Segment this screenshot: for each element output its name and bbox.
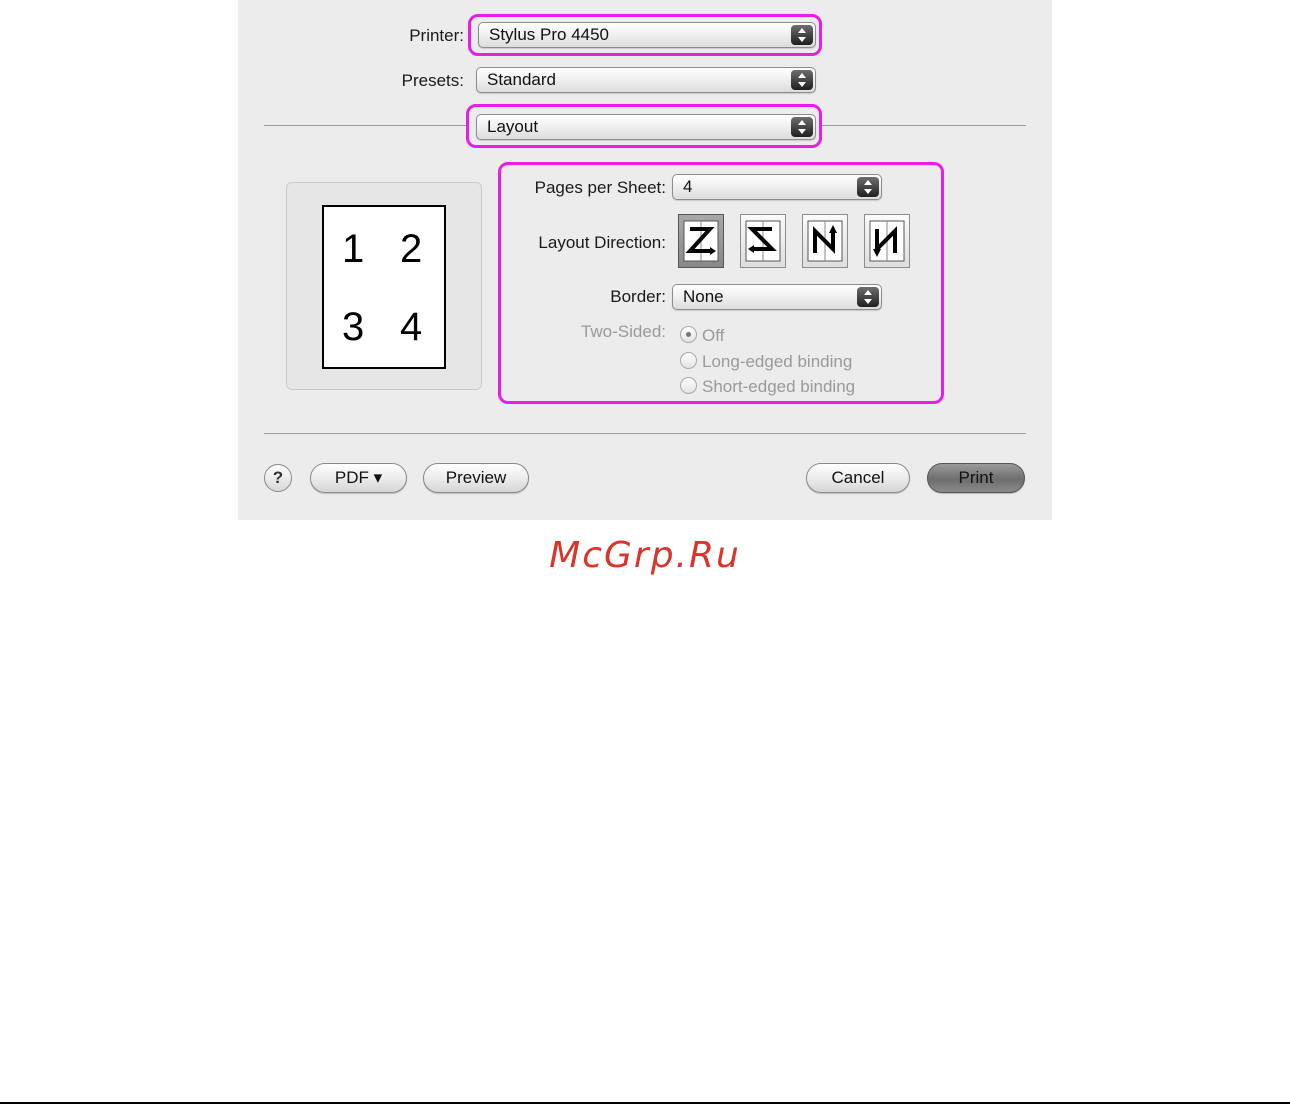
radio-icon [680, 352, 697, 369]
two-sided-short-edge-radio[interactable]: Short-edged binding [680, 377, 855, 397]
separator-line [822, 125, 1026, 126]
separator-line [264, 433, 1026, 434]
cancel-button[interactable]: Cancel [806, 463, 910, 493]
pages-per-sheet-popup[interactable]: 4 [672, 174, 882, 200]
layout-preview: 1 2 3 4 [286, 182, 482, 390]
layout-direction-n-reverse-button[interactable] [864, 214, 910, 268]
preview-page-number: 2 [400, 227, 423, 271]
z-left-to-right-icon [683, 220, 719, 262]
border-value: None [683, 287, 724, 306]
popup-arrows-icon [857, 287, 879, 307]
pdf-menu-button[interactable]: PDF ▾ [310, 463, 407, 493]
preview-page-number: 3 [342, 305, 365, 349]
two-sided-off-radio[interactable]: Off [680, 326, 724, 346]
preview-page-number: 4 [400, 305, 423, 349]
n-top-to-bottom-icon [807, 220, 843, 262]
two-sided-long-edge-radio[interactable]: Long-edged binding [680, 352, 852, 372]
printer-label: Printer: [409, 26, 464, 45]
watermark-text: McGrp.Ru [549, 535, 741, 576]
radio-icon [680, 377, 697, 394]
presets-label: Presets: [401, 71, 464, 90]
layout-direction-z-button[interactable] [678, 214, 724, 268]
page-bottom-rule [0, 1102, 1290, 1104]
layout-direction-z-reverse-button[interactable] [740, 214, 786, 268]
popup-arrows-icon [791, 70, 813, 90]
two-sided-option-label: Off [702, 326, 725, 345]
radio-selected-icon [680, 326, 697, 343]
presets-value: Standard [487, 70, 556, 89]
preview-page-number: 1 [342, 227, 365, 271]
printer-highlight [468, 14, 822, 56]
panel-highlight [466, 104, 822, 148]
layout-direction-n-button[interactable] [802, 214, 848, 268]
pages-per-sheet-label: Pages per Sheet: [534, 178, 666, 197]
border-popup[interactable]: None [672, 284, 882, 310]
two-sided-label: Two-Sided: [580, 322, 666, 341]
presets-popup[interactable]: Standard [476, 67, 816, 93]
preview-button[interactable]: Preview [423, 463, 529, 493]
print-button[interactable]: Print [927, 463, 1025, 493]
help-button[interactable]: ? [264, 464, 292, 492]
separator-line [264, 125, 466, 126]
print-dialog: Printer: Stylus Pro 4450 Presets: Standa… [238, 0, 1052, 520]
two-sided-option-label: Long-edged binding [702, 352, 853, 371]
pages-per-sheet-value: 4 [683, 177, 693, 196]
popup-arrows-icon [857, 177, 879, 197]
preview-sheet: 1 2 3 4 [322, 205, 446, 369]
layout-direction-label: Layout Direction: [538, 233, 666, 252]
n-reverse-icon [869, 220, 905, 262]
z-right-to-left-icon [745, 220, 781, 262]
two-sided-option-label: Short-edged binding [702, 377, 856, 396]
border-label: Border: [610, 287, 666, 306]
